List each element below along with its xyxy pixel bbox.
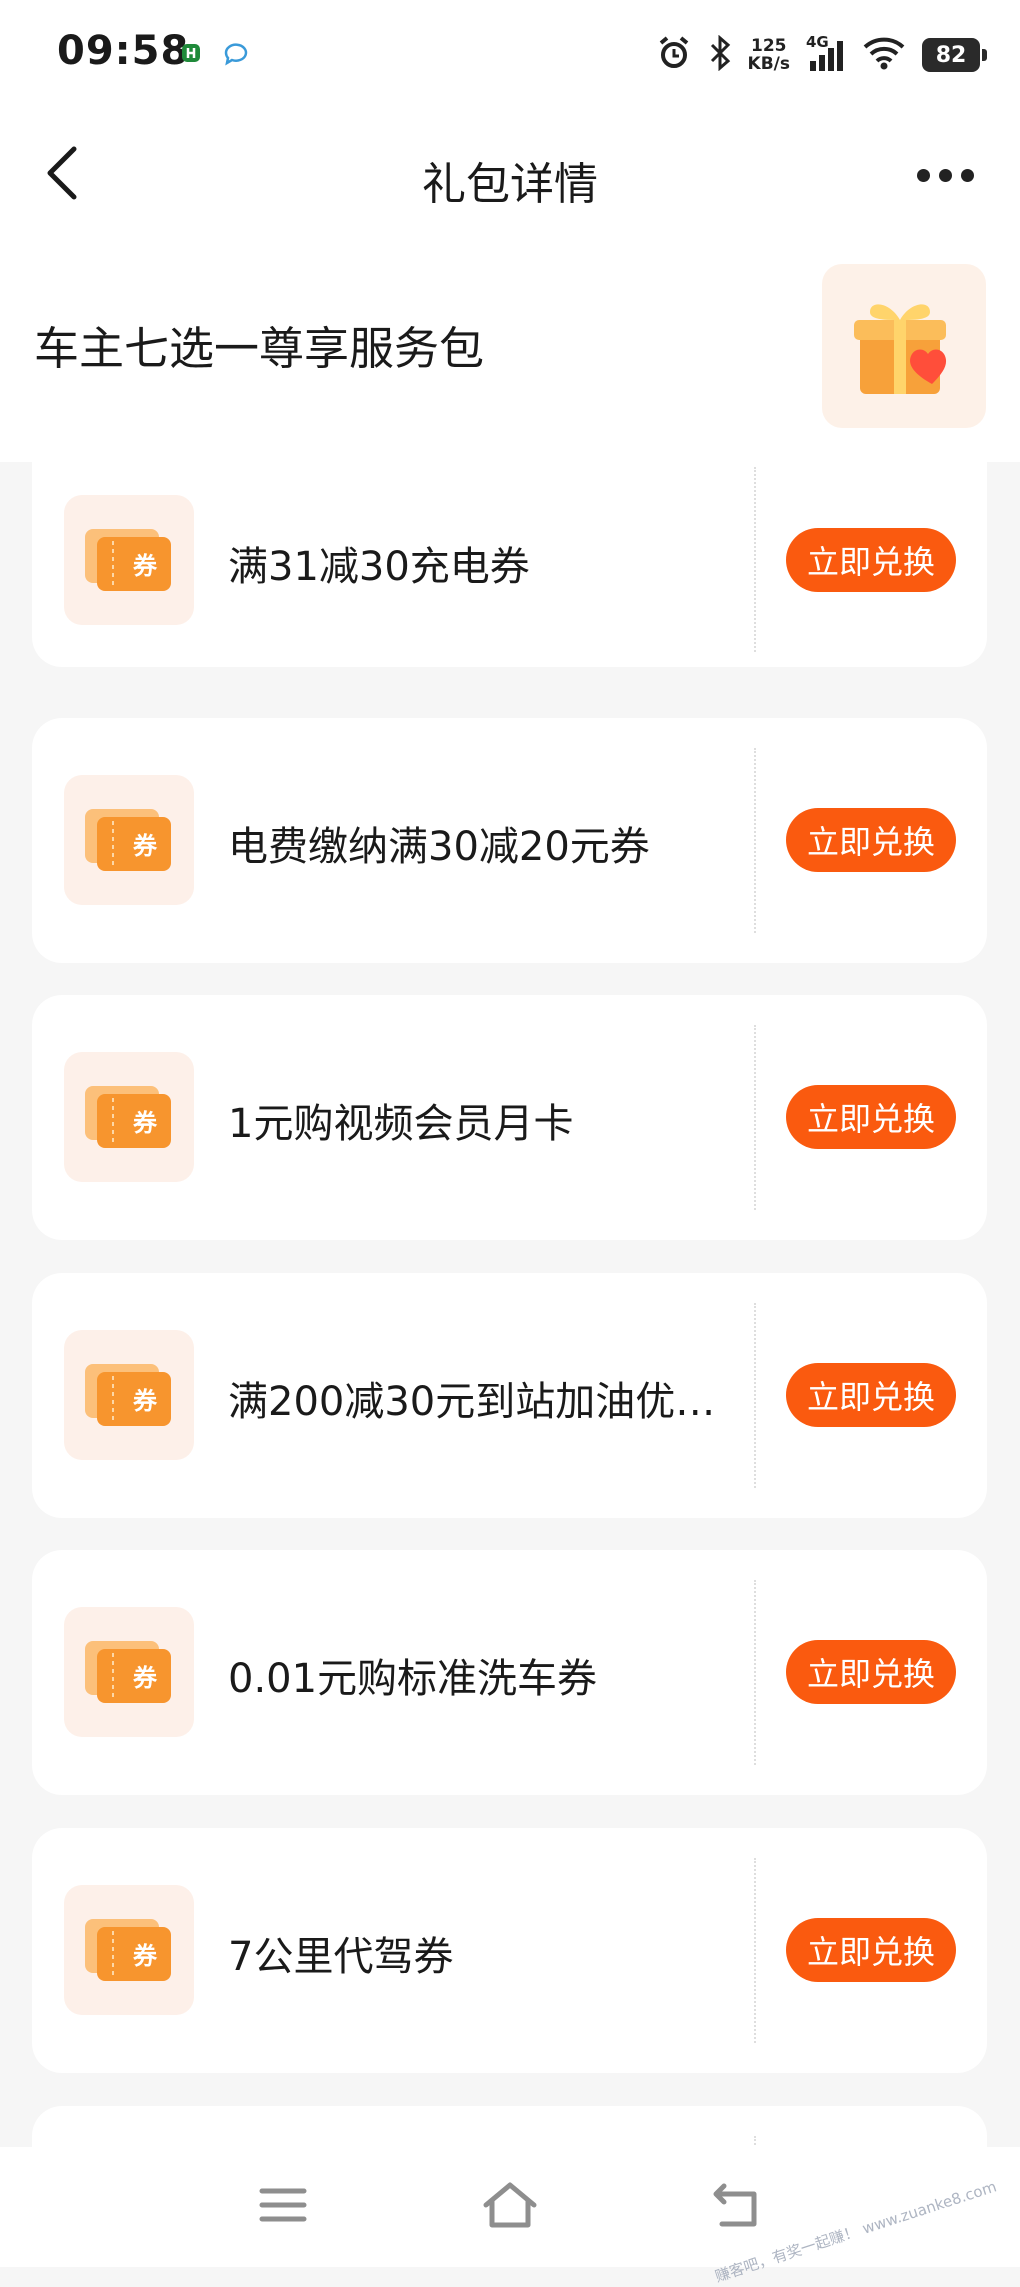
coupon-tile: 券	[64, 1330, 194, 1460]
coupon-tile-label: 券	[133, 552, 158, 580]
coupon-ticket-icon: 券	[83, 1913, 175, 1987]
redeem-button[interactable]: 立即兑换	[786, 1085, 956, 1149]
coupon-tile-label: 券	[133, 1942, 158, 1970]
return-icon	[712, 2182, 762, 2232]
card-divider	[754, 1580, 756, 1765]
app-notification-icon	[180, 42, 202, 64]
redeem-button[interactable]: 立即兑换	[786, 528, 956, 592]
redeem-button[interactable]: 立即兑换	[786, 1918, 956, 1982]
coupon-name: 0.01元购标准洗车券	[228, 1656, 598, 1702]
coupon-ticket-icon: 券	[83, 803, 175, 877]
coupon-tile-label: 券	[133, 1664, 158, 1692]
coupon-card: 券 7公里代驾券 立即兑换	[32, 1828, 987, 2073]
redeem-button[interactable]: 立即兑换	[786, 1363, 956, 1427]
status-bar: 09:58 125 KB/s 4G 82	[0, 0, 1020, 110]
more-button[interactable]	[900, 155, 990, 195]
coupon-card-partial	[32, 2106, 987, 2147]
card-divider	[754, 748, 756, 933]
coupon-name: 满31减30充电券	[228, 544, 530, 590]
coupon-tile: 券	[64, 1052, 194, 1182]
card-divider	[754, 1858, 756, 2043]
chat-notification-icon	[222, 42, 250, 66]
coupon-card: 券 满31减30充电券 立即兑换	[32, 462, 987, 667]
coupon-tile: 券	[64, 1885, 194, 2015]
speed-unit: KB/s	[747, 54, 790, 74]
coupon-name: 7公里代驾券	[228, 1934, 454, 1980]
coupon-name: 1元购视频会员月卡	[228, 1101, 574, 1147]
package-name: 车主七选一尊享服务包	[34, 322, 485, 375]
coupon-name: 电费缴纳满30减20元券	[228, 824, 650, 870]
card-divider	[754, 2136, 756, 2147]
speed-value: 125	[751, 36, 787, 56]
more-dots-icon	[916, 168, 930, 182]
home-icon	[482, 2181, 538, 2233]
coupon-tile-label: 券	[133, 1387, 158, 1415]
package-section: 车主七选一尊享服务包	[0, 240, 1020, 462]
card-divider	[754, 1303, 756, 1488]
home-button[interactable]	[480, 2177, 540, 2237]
system-nav-bar	[0, 2147, 1020, 2267]
coupon-ticket-icon: 券	[83, 1635, 175, 1709]
page-header: 礼包详情	[0, 110, 1020, 240]
alarm-icon	[656, 35, 692, 75]
coupon-ticket-icon: 券	[83, 1358, 175, 1432]
coupon-list: 券 满31减30充电券 立即兑换 券 电费缴纳满30减20元券 立即兑换 券 1…	[0, 462, 1020, 2147]
coupon-tile-label: 券	[133, 1109, 158, 1137]
bluetooth-icon	[708, 34, 732, 75]
gift-box-icon	[844, 284, 964, 408]
card-divider	[754, 1025, 756, 1210]
status-time: 09:58	[57, 28, 190, 74]
redeem-button[interactable]: 立即兑换	[786, 808, 956, 872]
wifi-icon	[862, 35, 906, 75]
coupon-card: 券 电费缴纳满30减20元券 立即兑换	[32, 718, 987, 963]
status-indicators: 125 KB/s 4G 82	[656, 32, 987, 78]
coupon-card: 券 0.01元购标准洗车券 立即兑换	[32, 1550, 987, 1795]
coupon-card: 券 1元购视频会员月卡 立即兑换	[32, 995, 987, 1240]
coupon-tile: 券	[64, 495, 194, 625]
coupon-tile: 券	[64, 775, 194, 905]
menu-icon	[258, 2185, 308, 2229]
coupon-name: 满200减30元到站加油优…	[228, 1379, 716, 1425]
page-title: 礼包详情	[422, 159, 598, 210]
signal-icon: 4G	[806, 33, 846, 73]
coupon-ticket-icon: 券	[83, 523, 175, 597]
battery-indicator: 82	[922, 38, 987, 72]
coupon-tile-label: 券	[133, 832, 158, 860]
redeem-button[interactable]: 立即兑换	[786, 1640, 956, 1704]
network-speed: 125 KB/s	[748, 37, 790, 73]
coupon-ticket-icon: 券	[83, 1080, 175, 1154]
gift-tile	[822, 264, 986, 428]
card-divider	[754, 467, 756, 652]
coupon-tile: 券	[64, 1607, 194, 1737]
coupon-card: 券 满200减30元到站加油优… 立即兑换	[32, 1273, 987, 1518]
return-button[interactable]	[707, 2177, 767, 2237]
menu-button[interactable]	[253, 2177, 313, 2237]
